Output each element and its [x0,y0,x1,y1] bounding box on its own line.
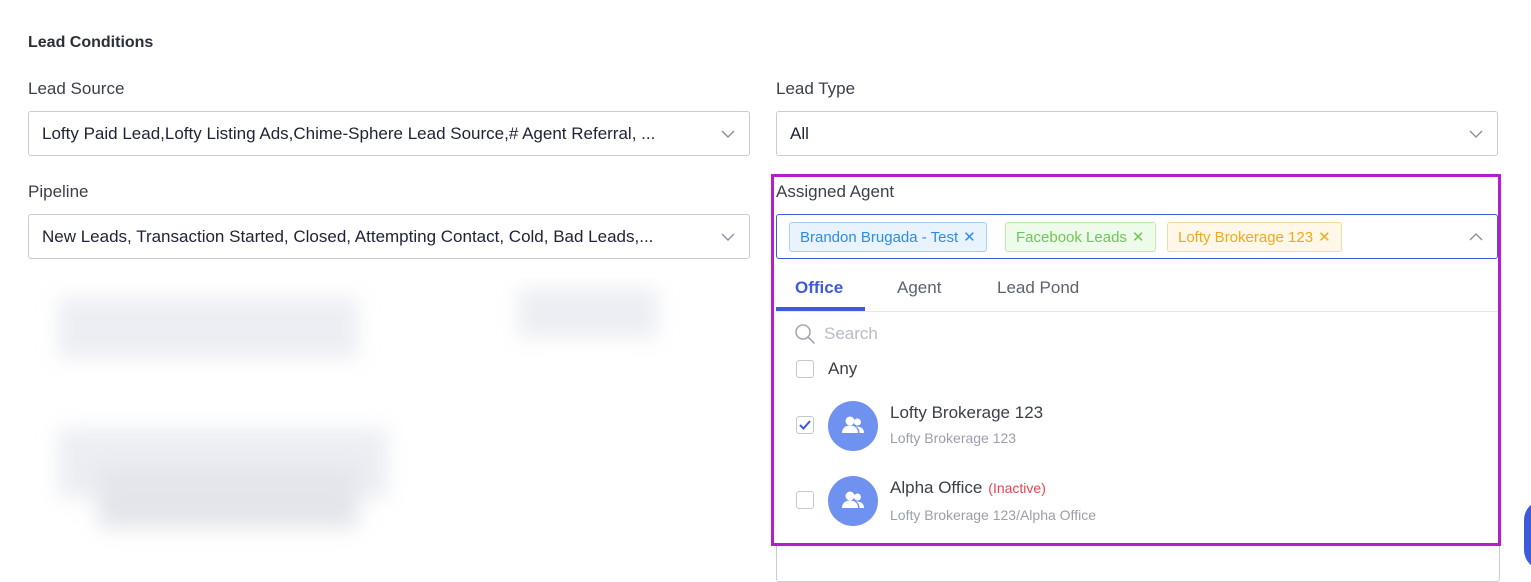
selected-tag: Lofty Brokerage 123 ✕ [1167,222,1342,252]
option-subtitle: Lofty Brokerage 123 [890,430,1017,446]
users-icon [842,491,864,508]
any-option-label: Any [828,359,858,378]
lead-source-label: Lead Source [28,79,125,98]
option-title[interactable]: Alpha Office (Inactive) [890,478,1046,498]
tab-agent[interactable]: Agent [897,278,941,298]
inactive-badge: (Inactive) [988,480,1046,496]
tag-label: Brandon Brugada - Test [800,228,959,246]
lead-type-select[interactable]: All [776,111,1498,156]
search-icon [795,324,815,344]
option-checkbox[interactable] [796,491,814,509]
lead-source-select[interactable]: Lofty Paid Lead,Lofty Listing Ads,Chime-… [28,111,750,156]
chevron-down-icon [1469,130,1483,138]
search-input[interactable] [824,321,1424,347]
users-icon [842,416,864,433]
pipeline-select[interactable]: New Leads, Transaction Started, Closed, … [28,214,750,259]
close-icon[interactable]: ✕ [1318,230,1331,245]
tag-label: Lofty Brokerage 123 [1178,228,1314,246]
lead-type-label: Lead Type [776,79,856,98]
chevron-down-icon [721,233,735,241]
section-title: Lead Conditions [28,34,154,51]
option-checkbox[interactable] [796,416,814,434]
option-title[interactable]: Lofty Brokerage 123 [890,403,1043,423]
selected-tag: Brandon Brugada - Test ✕ [789,222,987,252]
any-checkbox[interactable] [796,360,814,378]
active-tab-indicator [776,307,865,311]
tag-label: Facebook Leads [1016,228,1127,246]
option-title-text: Alpha Office [890,478,983,497]
avatar [828,476,878,526]
tab-lead-pond[interactable]: Lead Pond [997,278,1079,298]
chevron-up-icon[interactable] [1469,230,1483,244]
close-icon[interactable]: ✕ [963,230,976,245]
option-subtitle: Lofty Brokerage 123/Alpha Office [890,507,1096,523]
chevron-down-icon [721,130,735,138]
lead-source-value: Lofty Paid Lead,Lofty Listing Ads,Chime-… [42,123,656,143]
selected-tag: Facebook Leads ✕ [1005,222,1156,252]
pipeline-value: New Leads, Transaction Started, Closed, … [42,226,654,246]
close-icon[interactable]: ✕ [1132,230,1145,245]
pipeline-label: Pipeline [28,182,89,201]
check-icon [799,420,811,430]
blurred-content [18,278,768,560]
assigned-agent-dropdown: Office Agent Lead Pond Any Lofty Brokera… [776,263,1498,545]
assigned-agent-select[interactable]: Brandon Brugada - Test ✕ Facebook Leads … [776,214,1498,259]
tab-office[interactable]: Office [795,278,843,298]
lead-type-value: All [790,123,809,143]
avatar [828,401,878,451]
assigned-agent-label: Assigned Agent [776,182,895,201]
dropdown-tabs: Office Agent Lead Pond [776,263,1498,312]
